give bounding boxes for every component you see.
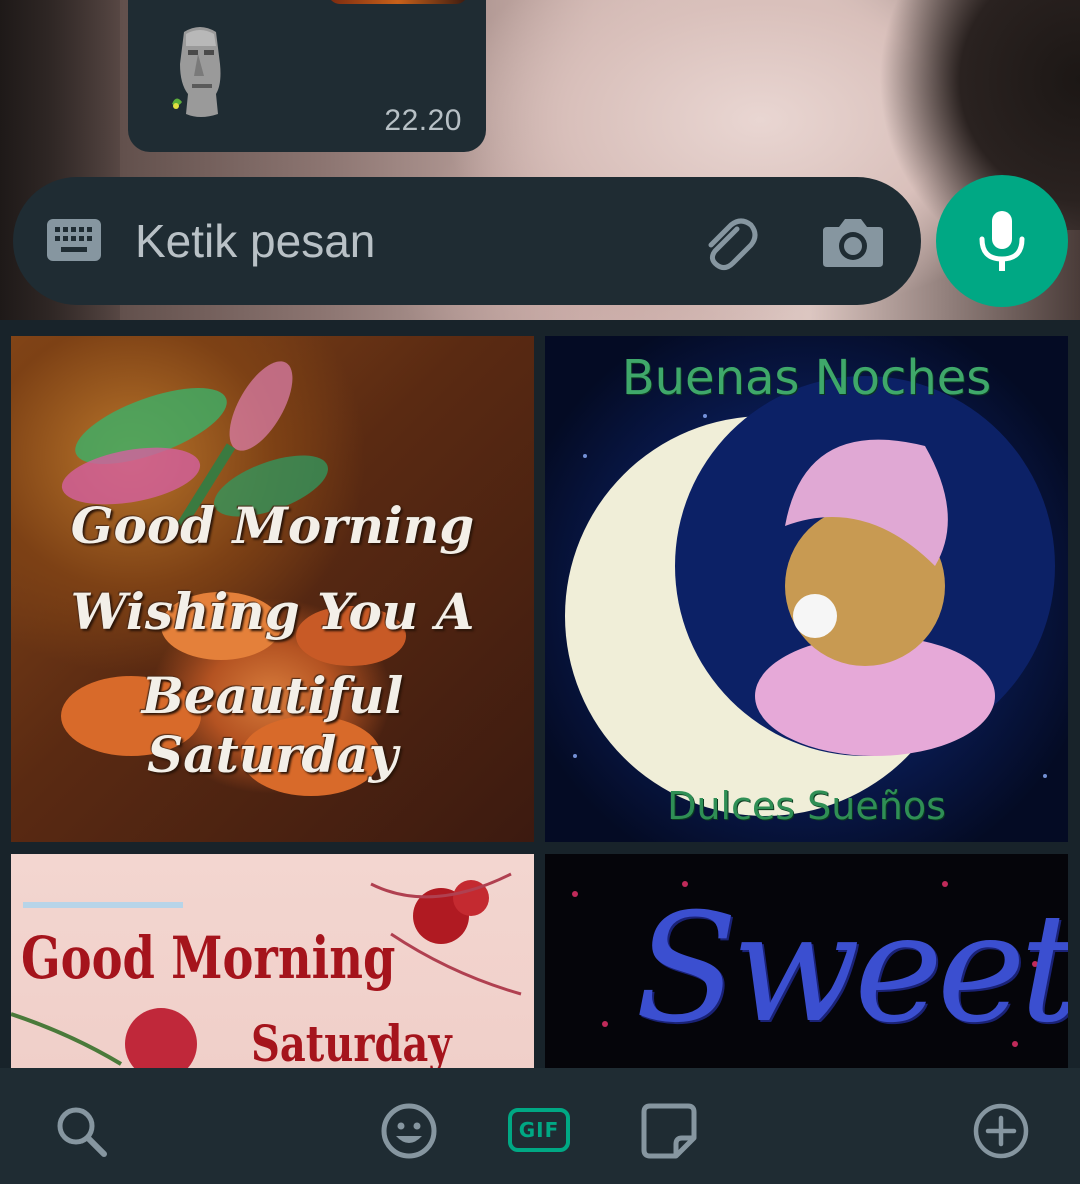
gif-caption: Beautiful Saturday: [141, 666, 404, 784]
mic-icon: [979, 211, 1025, 271]
message-input[interactable]: [135, 211, 655, 271]
emoji-icon[interactable]: [380, 1102, 438, 1160]
gif-icon[interactable]: GIF: [508, 1108, 570, 1154]
gif-item[interactable]: Good Morning Wishing You A Beautiful Sat…: [11, 336, 534, 842]
message-timestamp: 22.20: [384, 104, 462, 137]
gif-caption: Dulces Sueños: [667, 784, 946, 828]
keyboard-tab-bar: GIF: [0, 1068, 1080, 1184]
camera-icon[interactable]: [821, 215, 885, 269]
gif-tab-label: GIF: [508, 1108, 570, 1152]
moon-cat-image: [565, 376, 1055, 816]
sticker-message-bubble[interactable]: 22.20: [128, 0, 486, 152]
attach-icon[interactable]: [697, 213, 759, 275]
gif-caption: Saturday: [251, 1014, 452, 1068]
sticker-icon[interactable]: [640, 1102, 698, 1160]
gif-caption: Good Morning: [70, 496, 475, 555]
gif-caption: Buenas Noches: [621, 350, 992, 406]
voice-record-button[interactable]: [936, 175, 1068, 307]
add-icon[interactable]: [972, 1102, 1030, 1160]
search-icon[interactable]: [52, 1102, 110, 1160]
gif-caption: Sweet: [635, 882, 1068, 1056]
previous-image-edge: [328, 0, 468, 4]
moai-sticker[interactable]: [164, 24, 236, 120]
gif-caption: Wishing You A: [70, 582, 475, 641]
message-composer: [13, 177, 921, 305]
gif-item[interactable]: Buenas Noches Dulces Sueños: [545, 336, 1068, 842]
gif-grid: Good Morning Wishing You A Beautiful Sat…: [0, 320, 1080, 1068]
gif-item[interactable]: Good Morning Saturday: [11, 854, 534, 1068]
keyboard-icon[interactable]: [47, 219, 101, 261]
gif-item[interactable]: Sweet: [545, 854, 1068, 1068]
gif-caption: Good Morning: [21, 924, 396, 992]
